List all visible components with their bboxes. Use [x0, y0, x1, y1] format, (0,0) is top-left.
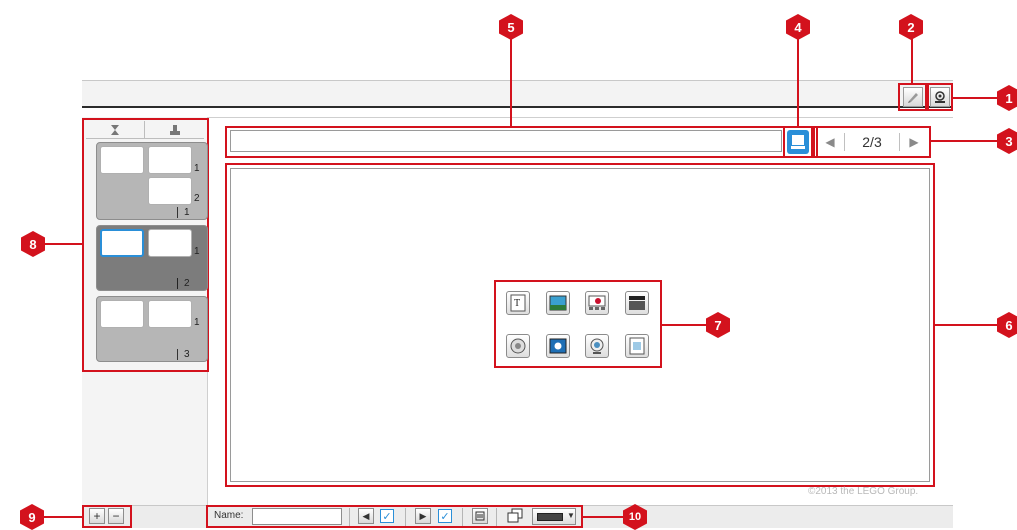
edit-pencil-icon[interactable]: [903, 87, 923, 107]
page-number: 3: [177, 349, 190, 360]
video-player-icon[interactable]: [546, 334, 570, 358]
prev-arrow-button[interactable]: ◀: [358, 508, 374, 524]
text-icon[interactable]: T: [506, 291, 530, 315]
page-thumbnail-3[interactable]: 1 3: [96, 296, 208, 362]
background-color-dropdown[interactable]: ▼: [532, 508, 576, 525]
callout-9: 9: [20, 504, 44, 530]
page-title-input[interactable]: [230, 130, 782, 152]
callout-5: 5: [499, 14, 523, 40]
present-mode-icon[interactable]: [930, 87, 950, 107]
callout-line-6: [935, 324, 997, 326]
callout-line-9: [44, 516, 82, 518]
callout-line-8: [45, 243, 82, 245]
mini-page: [148, 177, 192, 205]
callout-line-3: [931, 140, 997, 142]
svg-text:T: T: [514, 298, 520, 309]
separator: [462, 508, 463, 526]
chevron-down-icon: ▼: [567, 511, 575, 520]
video-icon[interactable]: [625, 291, 649, 315]
callout-3: 3: [997, 128, 1017, 154]
separator: [405, 508, 406, 526]
copy-icon: [507, 508, 523, 523]
callout-4: 4: [786, 14, 810, 40]
callout-line-1: [953, 97, 997, 99]
separator: [496, 508, 497, 526]
page-camera-icon[interactable]: [787, 130, 809, 154]
next-checkbox[interactable]: ✓: [438, 509, 452, 523]
remove-page-button[interactable]: −: [108, 508, 124, 524]
callout-8: 8: [21, 231, 45, 257]
image-icon[interactable]: [546, 291, 570, 315]
callout-line-10: [583, 516, 623, 518]
name-field[interactable]: [252, 508, 342, 525]
prev-page-button[interactable]: ◀: [822, 133, 838, 151]
page-list-button[interactable]: [472, 508, 488, 524]
list-icon: [475, 511, 485, 521]
next-page-button[interactable]: ▶: [906, 133, 922, 151]
add-page-button[interactable]: +: [89, 508, 105, 524]
callout-6: 6: [997, 312, 1017, 338]
callout-line-5: [510, 38, 512, 126]
camera-icon[interactable]: [585, 334, 609, 358]
next-arrow-button[interactable]: ▶: [415, 508, 431, 524]
mini-page: [148, 229, 192, 257]
page-thumbnail-1[interactable]: 1 2 1: [96, 142, 208, 220]
callout-1: 1: [997, 85, 1017, 111]
mini-page: [100, 146, 144, 174]
page-indicator: 2/3: [844, 133, 900, 151]
mini-page: [148, 146, 192, 174]
name-label: Name:: [214, 510, 244, 521]
page-number: 1: [177, 207, 190, 218]
subpage-number: 1: [194, 163, 200, 174]
callout-2: 2: [899, 14, 923, 40]
mini-page: [148, 300, 192, 328]
top-toolbar: [82, 80, 953, 108]
subpage-number: 2: [194, 193, 200, 204]
data-icon[interactable]: [625, 334, 649, 358]
page-number: 2: [177, 278, 190, 289]
subpage-number: 1: [194, 246, 200, 257]
mini-page-selected: [100, 229, 144, 257]
callout-line-4: [797, 38, 799, 126]
sound-icon[interactable]: [506, 334, 530, 358]
color-swatch: [537, 513, 563, 521]
image-sequence-icon[interactable]: [585, 291, 609, 315]
callout-line-2: [911, 38, 913, 83]
copyright-text: ©2013 the LEGO Group.: [808, 486, 919, 497]
callout-line-7: [662, 324, 706, 326]
copy-page-button[interactable]: [506, 508, 524, 524]
prev-checkbox[interactable]: ✓: [380, 509, 394, 523]
mini-page: [100, 300, 144, 328]
page-thumbnail-2[interactable]: 1 2: [96, 225, 208, 291]
separator: [349, 508, 350, 526]
subpage-number: 1: [194, 317, 200, 328]
page-navigator: ◀ 2/3 ▶: [816, 130, 928, 154]
